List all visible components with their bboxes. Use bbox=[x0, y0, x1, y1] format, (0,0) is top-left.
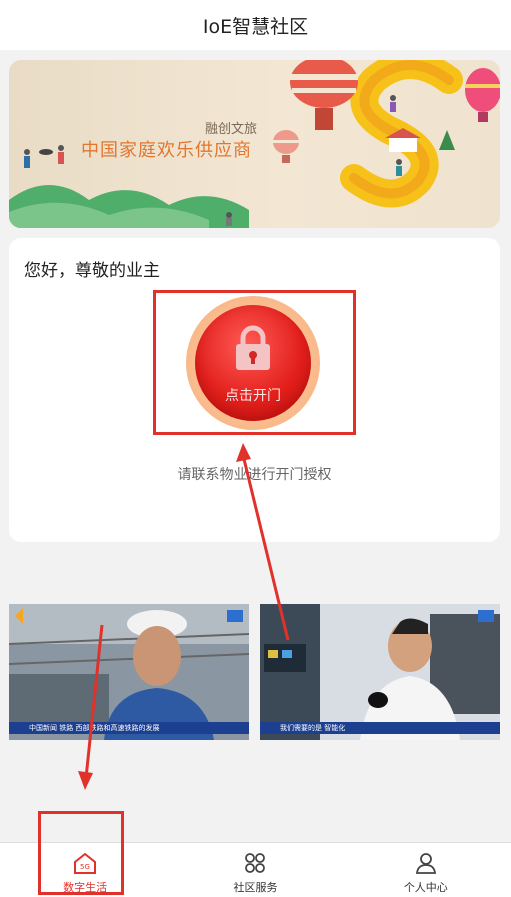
bottom-tab-bar: 5G 数字生活 社区服务 个人中心 bbox=[0, 842, 511, 897]
open-door-label: 点击开门 bbox=[225, 388, 281, 404]
open-door-button-face[interactable]: 点击开门 bbox=[195, 305, 311, 421]
banner-slogan: 中国家庭欢乐供应商 bbox=[81, 140, 252, 161]
video-caption-1: 中国新闻 铁路 西部铁路和高速铁路的发展 bbox=[9, 722, 249, 734]
video-frame-2 bbox=[260, 604, 500, 740]
greeting-text: 您好，尊敬的业主 bbox=[24, 261, 160, 281]
open-door-button[interactable]: 点击开门 bbox=[186, 296, 320, 430]
tab-label-digital-life: 数字生活 bbox=[63, 881, 108, 894]
grid-icon bbox=[245, 853, 266, 873]
authorization-hint: 请联系物业进行开门授权 bbox=[177, 467, 332, 483]
video-frame-1 bbox=[9, 604, 249, 740]
lock-icon bbox=[236, 325, 270, 370]
svg-text:5G: 5G bbox=[80, 863, 90, 871]
tab-digital-life[interactable]: 5G 数字生活 bbox=[0, 843, 170, 897]
arrow-head-down bbox=[78, 771, 93, 790]
home-5g-icon: 5G bbox=[74, 852, 97, 874]
banner-brand: 融创文旅 bbox=[205, 122, 258, 137]
video-thumbnail-2[interactable]: 我们需要的是 智能化 bbox=[260, 604, 500, 740]
tab-label-community-service: 社区服务 bbox=[233, 881, 278, 894]
video-thumbnail-1[interactable]: 中国新闻 铁路 西部铁路和高速铁路的发展 bbox=[9, 604, 249, 740]
promo-banner[interactable]: 融创文旅 中国家庭欢乐供应商 bbox=[9, 60, 500, 228]
video-caption-2: 我们需要的是 智能化 bbox=[260, 722, 500, 734]
tab-community-service[interactable]: 社区服务 bbox=[170, 843, 340, 897]
tab-label-personal-center: 个人中心 bbox=[403, 881, 448, 894]
door-access-card: 您好，尊敬的业主 点击开门 请联系物业进行开门授权 bbox=[9, 238, 500, 542]
person-icon bbox=[415, 853, 436, 874]
tab-personal-center[interactable]: 个人中心 bbox=[341, 843, 511, 897]
app-title-bar: IoE智慧社区 bbox=[0, 0, 511, 50]
page-title: IoE智慧社区 bbox=[202, 15, 309, 38]
